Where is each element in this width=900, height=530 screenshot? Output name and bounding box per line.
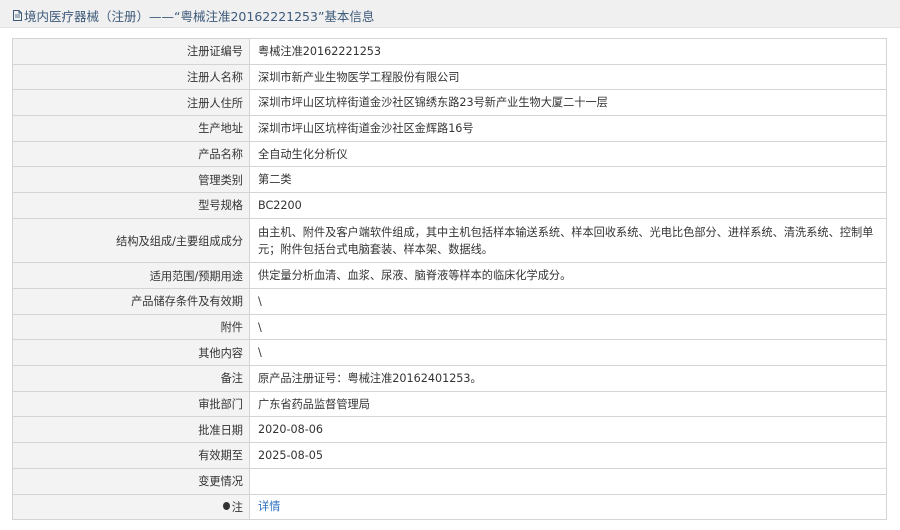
field-label: 变更情况 [12, 467, 250, 495]
field-label: 有效期至 [12, 442, 250, 469]
table-row: 管理类别 第二类 [12, 166, 887, 194]
field-label: 其他内容 [12, 339, 250, 367]
table-row: 注册人名称 深圳市新产业生物医学工程股份有限公司 [12, 63, 887, 91]
table-row: 审批部门 广东省药品监督管理局 [12, 390, 887, 418]
field-value: 全自动生化分析仪 [249, 140, 887, 168]
field-value: 粤械注准20162221253 [249, 38, 887, 65]
page-header: 境内医疗器械（注册）——“粤械注准20162221253”基本信息 [0, 0, 900, 28]
field-value: 深圳市坪山区坑梓街道金沙社区锦绣东路23号新产业生物大厦二十一层 [249, 89, 887, 117]
table-row: 生产地址 深圳市坪山区坑梓街道金沙社区金辉路16号 [12, 115, 887, 142]
field-value: 2020-08-06 [249, 416, 887, 444]
field-value: 供定量分析血清、血浆、尿液、脑脊液等样本的临床化学成分。 [249, 262, 887, 289]
field-label: 产品名称 [12, 140, 250, 168]
field-value: 原产品注册证号：粤械注准20162401253。 [249, 365, 887, 392]
table-row: 有效期至 2025-08-05 [12, 442, 887, 469]
table-row: 批准日期 2020-08-06 [12, 416, 887, 444]
field-label: 备注 [12, 365, 250, 392]
field-value: 深圳市新产业生物医学工程股份有限公司 [249, 63, 887, 91]
field-value: 第二类 [249, 166, 887, 194]
table-row: 注册证编号 粤械注准20162221253 [12, 38, 887, 65]
field-label: 注册人名称 [12, 63, 250, 91]
page-title: 境内医疗器械（注册）——“粤械注准20162221253”基本信息 [24, 8, 375, 24]
note-value-cell: 详情 [249, 493, 887, 521]
table-row: 附件 \ [12, 313, 887, 341]
document-icon [13, 9, 22, 21]
field-value: \ [249, 339, 887, 367]
field-value [249, 467, 887, 495]
table-row: 其他内容 \ [12, 339, 887, 367]
field-value: 广东省药品监督管理局 [249, 390, 887, 418]
field-value: \ [249, 313, 887, 341]
table-row: 适用范围/预期用途 供定量分析血清、血浆、尿液、脑脊液等样本的临床化学成分。 [12, 262, 887, 289]
field-label: 注册证编号 [12, 38, 250, 65]
field-label: 产品储存条件及有效期 [12, 288, 250, 315]
info-table: 注册证编号 粤械注准20162221253 注册人名称 深圳市新产业生物医学工程股份有… [12, 38, 887, 521]
note-label-text: 注 [231, 500, 243, 514]
field-label: 型号规格 [12, 192, 250, 219]
note-label: 注 [222, 499, 243, 515]
field-label: 生产地址 [12, 115, 250, 142]
field-label: 批准日期 [12, 416, 250, 444]
field-value: 深圳市坪山区坑梓街道金沙社区金辉路16号 [249, 115, 887, 142]
note-label-cell: 注 [12, 493, 250, 521]
field-label: 附件 [12, 313, 250, 341]
table-row: 结构及组成/主要组成成分 由主机、附件及客户端软件组成，其中主机包括样本输送系统、… [12, 217, 887, 264]
field-label: 适用范围/预期用途 [12, 262, 250, 289]
table-row: 注册人住所 深圳市坪山区坑梓街道金沙社区锦绣东路23号新产业生物大厦二十一层 [12, 89, 887, 117]
table-row: 产品名称 全自动生化分析仪 [12, 140, 887, 168]
field-value: 由主机、附件及客户端软件组成，其中主机包括样本输送系统、样本回收系统、光电比色部… [249, 217, 887, 264]
table-row: 型号规格 BC2200 [12, 192, 887, 219]
field-value: 2025-08-05 [249, 442, 887, 469]
details-link[interactable]: 详情 [258, 500, 280, 513]
table-row: 变更情况 [12, 467, 887, 495]
pin-icon [222, 501, 230, 510]
table-row: 产品储存条件及有效期 \ [12, 288, 887, 315]
note-row: 注 详情 [12, 493, 887, 521]
field-label: 审批部门 [12, 390, 250, 418]
field-label: 结构及组成/主要组成成分 [12, 217, 250, 264]
header-title-group: 境内医疗器械（注册）——“粤械注准20162221253”基本信息 [13, 7, 375, 24]
field-value: BC2200 [249, 192, 887, 219]
field-value: \ [249, 288, 887, 315]
field-label: 管理类别 [12, 166, 250, 194]
field-label: 注册人住所 [12, 89, 250, 117]
table-row: 备注 原产品注册证号：粤械注准20162401253。 [12, 365, 887, 392]
